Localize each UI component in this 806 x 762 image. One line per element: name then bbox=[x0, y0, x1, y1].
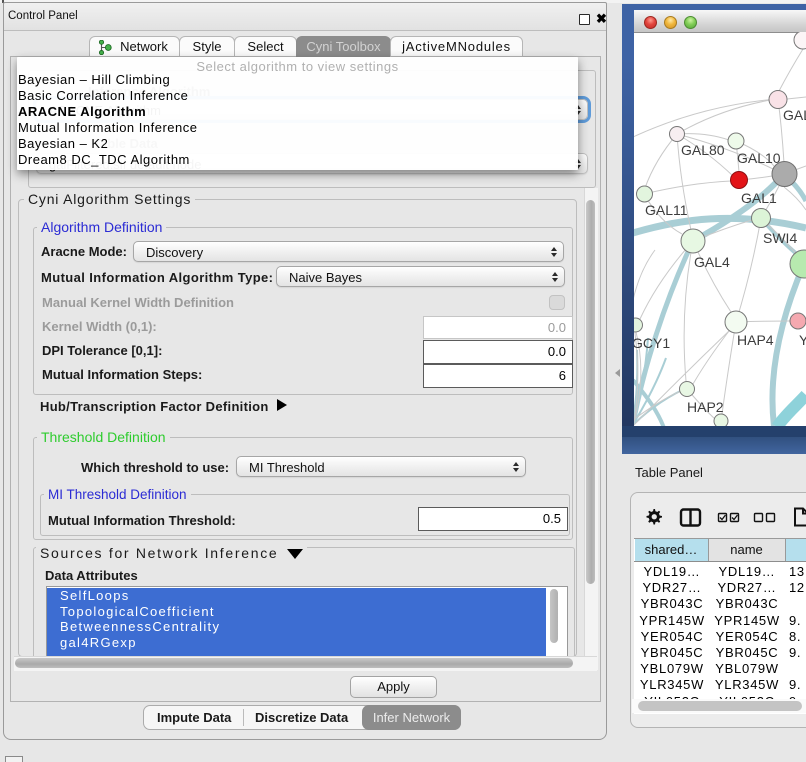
svg-text:GCY1: GCY1 bbox=[634, 335, 670, 351]
svg-text:GAL: GAL bbox=[783, 107, 806, 123]
svg-text:GAL1: GAL1 bbox=[741, 190, 777, 206]
svg-text:HAP2: HAP2 bbox=[687, 399, 724, 415]
svg-text:HAP4: HAP4 bbox=[737, 332, 774, 348]
svg-text:GAL10: GAL10 bbox=[737, 150, 781, 166]
svg-text:GAL4: GAL4 bbox=[694, 254, 730, 270]
svg-text:SWI4: SWI4 bbox=[763, 230, 797, 246]
svg-text:GAL11: GAL11 bbox=[645, 202, 688, 218]
svg-text:Y: Y bbox=[799, 332, 806, 348]
svg-text:GAL80: GAL80 bbox=[681, 142, 725, 158]
